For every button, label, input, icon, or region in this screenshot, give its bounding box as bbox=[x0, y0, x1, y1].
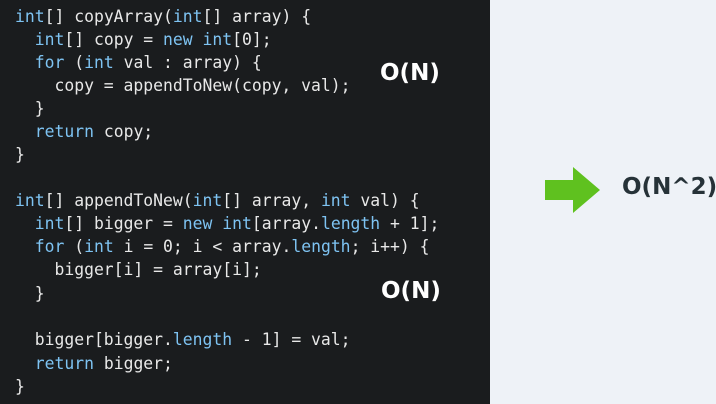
code-line: return bigger; bbox=[15, 352, 173, 375]
code-text: ; i++) { bbox=[350, 237, 430, 256]
code-text: [] bigger = bbox=[64, 214, 183, 233]
code-line: bigger[bigger.length - 1] = val; bbox=[15, 328, 351, 351]
code-keyword: new bbox=[163, 30, 193, 49]
code-keyword: int bbox=[202, 30, 233, 49]
code-text: [] copyArray( bbox=[44, 7, 173, 26]
code-text: [0]; bbox=[232, 30, 272, 49]
code-line: int[] copyArray(int[] array) { bbox=[15, 5, 311, 28]
total-complexity-label: O(N^2) bbox=[622, 174, 716, 200]
code-text: [] array) { bbox=[202, 7, 312, 26]
code-line: for (int val : array) { bbox=[15, 51, 262, 74]
code-text: [] array, bbox=[222, 191, 321, 210]
code-text: } bbox=[15, 145, 25, 164]
code-text: ( bbox=[64, 53, 85, 72]
code-line: } bbox=[15, 143, 25, 166]
code-keyword: return bbox=[34, 122, 94, 141]
code-keyword: new bbox=[182, 214, 213, 233]
code-line: for (int i = 0; i < array.length; i++) { bbox=[15, 235, 430, 258]
code-keyword: int bbox=[84, 53, 114, 72]
code-text: [] copy = bbox=[64, 30, 164, 49]
code-text: ( bbox=[64, 237, 85, 256]
code-line: bigger[i] = array[i]; bbox=[15, 258, 262, 281]
code-keyword: length bbox=[291, 237, 351, 256]
code-text: i = 0; i < array. bbox=[113, 237, 292, 256]
code-line: } bbox=[15, 282, 45, 305]
code-keyword: int bbox=[34, 214, 65, 233]
code-keyword: for bbox=[34, 237, 65, 256]
code-keyword: length bbox=[172, 330, 233, 349]
code-line: } bbox=[15, 97, 45, 120]
code-keyword: for bbox=[34, 53, 65, 72]
code-keyword: int bbox=[222, 214, 252, 233]
code-text: [] appendToNew( bbox=[44, 191, 193, 210]
code-text: - 1] = val; bbox=[232, 330, 351, 349]
code-keyword: length bbox=[320, 214, 381, 233]
code-line: return copy; bbox=[15, 120, 153, 143]
code-line: int[] appendToNew(int[] array, int val) … bbox=[15, 189, 420, 212]
result-panel bbox=[490, 0, 716, 404]
code-keyword: return bbox=[34, 354, 94, 373]
append-to-new-complexity-label: O(N) bbox=[381, 278, 441, 304]
right-arrow-icon bbox=[545, 167, 600, 213]
code-keyword: int bbox=[15, 7, 45, 26]
copy-array-complexity-label: O(N) bbox=[380, 60, 440, 86]
code-keyword: int bbox=[172, 7, 203, 26]
code-text: copy = appendToNew(copy, val); bbox=[15, 76, 351, 95]
code-text: copy; bbox=[93, 122, 154, 141]
code-keyword: int bbox=[192, 191, 223, 210]
code-keyword: int bbox=[320, 191, 351, 210]
code-text: [array. bbox=[251, 214, 321, 233]
code-keyword: int bbox=[34, 30, 65, 49]
code-text: bigger[bigger. bbox=[15, 330, 173, 349]
code-text: val : array) { bbox=[113, 53, 262, 72]
code-keyword: int bbox=[84, 237, 114, 256]
code-text: + 1]; bbox=[380, 214, 440, 233]
code-text: val) { bbox=[350, 191, 420, 210]
code-keyword: int bbox=[15, 191, 45, 210]
code-line: } bbox=[15, 375, 25, 398]
code-line: copy = appendToNew(copy, val); bbox=[15, 74, 351, 97]
code-line: int[] copy = new int[0]; bbox=[15, 28, 272, 51]
code-line: int[] bigger = new int[array.length + 1]… bbox=[15, 212, 440, 235]
code-text: } bbox=[15, 377, 25, 396]
code-text: } bbox=[15, 99, 45, 118]
code-text: bigger[i] = array[i]; bbox=[15, 260, 262, 279]
code-text: } bbox=[15, 284, 45, 303]
code-text: bigger; bbox=[93, 354, 173, 373]
